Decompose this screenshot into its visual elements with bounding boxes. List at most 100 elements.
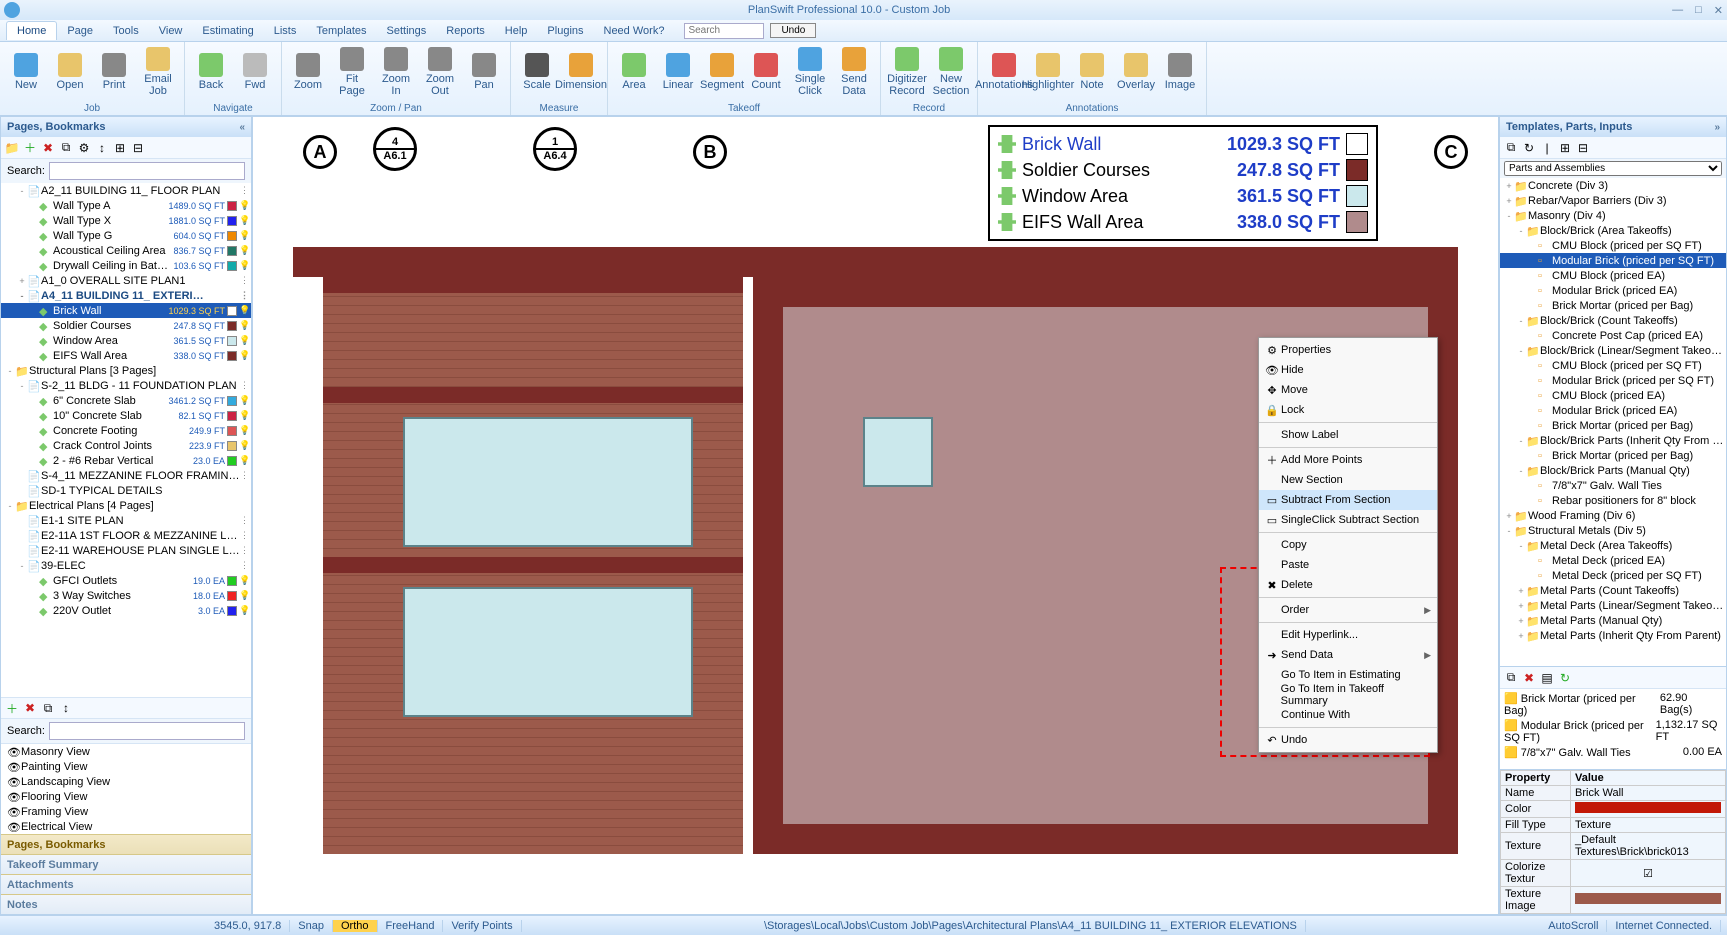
views-tree[interactable]: 👁Masonry View👁Painting View👁Landscaping …	[1, 743, 251, 834]
tree-row[interactable]: ▫Modular Brick (priced EA)	[1500, 403, 1726, 418]
tree-row[interactable]: -📄A2_11 BUILDING 11_ FLOOR PLAN⋮	[1, 183, 251, 198]
tree-row[interactable]: -📁Block/Brick Parts (Inherit Qty From Pa…	[1500, 433, 1726, 448]
new-folder-icon[interactable]: 📁	[5, 141, 19, 155]
tree-row[interactable]: -📁Masonry (Div 4)	[1500, 208, 1726, 223]
pages-search-input[interactable]	[49, 162, 245, 180]
view-row[interactable]: 👁Masonry View	[1, 744, 251, 759]
ribbon-pan[interactable]: Pan	[462, 44, 506, 100]
tree-row[interactable]: -📄39-ELEC⋮	[1, 558, 251, 573]
props-icon[interactable]: ⚙	[77, 141, 91, 155]
collapse-templates-icon[interactable]: ⊟	[1576, 141, 1590, 155]
tree-row[interactable]: ▫Metal Deck (priced EA)	[1500, 553, 1726, 568]
ribbon-zoom-out[interactable]: ZoomOut	[418, 44, 462, 100]
accordion-attachments[interactable]: Attachments	[1, 874, 251, 894]
ribbon-back[interactable]: Back	[189, 44, 233, 100]
add-icon[interactable]: ＋	[23, 141, 37, 155]
ribbon-overlay[interactable]: Overlay	[1114, 44, 1158, 100]
view-row[interactable]: 👁Flooring View	[1, 789, 251, 804]
tree-row[interactable]: ▫Modular Brick (priced EA)	[1500, 283, 1726, 298]
tree-row[interactable]: ◆3 Way Switches18.0 EA💡	[1, 588, 251, 603]
tree-row[interactable]: ▫Brick Mortar (priced per Bag)	[1500, 448, 1726, 463]
views-search-input[interactable]	[49, 722, 245, 740]
tree-row[interactable]: -📁Structural Plans [3 Pages]	[1, 363, 251, 378]
tree-row[interactable]: -📄A4_11 BUILDING 11_ EXTERI…⋮	[1, 288, 251, 303]
tree-row[interactable]: -📁Block/Brick (Linear/Segment Takeoffs)	[1500, 343, 1726, 358]
part-list-row[interactable]: 🟨 Modular Brick (priced per SQ FT)1,132.…	[1502, 718, 1724, 745]
ribbon-highlighter[interactable]: Highlighter	[1026, 44, 1070, 100]
prop-row[interactable]: Color	[1501, 801, 1726, 818]
ribbon-email-job[interactable]: EmailJob	[136, 44, 180, 100]
menu-tab-plugins[interactable]: Plugins	[537, 22, 593, 40]
status-mode-verify points[interactable]: Verify Points	[443, 920, 521, 932]
context-undo[interactable]: ↶Undo	[1259, 730, 1437, 750]
menu-tab-view[interactable]: View	[149, 22, 193, 40]
tree-row[interactable]: ◆Crack Control Joints223.9 FT💡	[1, 438, 251, 453]
prop-row[interactable]: NameBrick Wall	[1501, 786, 1726, 801]
menu-tab-lists[interactable]: Lists	[264, 22, 307, 40]
accordion-takeoff-summary[interactable]: Takeoff Summary	[1, 854, 251, 874]
tree-row[interactable]: ▫Brick Mortar (priced per Bag)	[1500, 418, 1726, 433]
context-copy[interactable]: Copy	[1259, 535, 1437, 555]
context-move[interactable]: ✥Move	[1259, 380, 1437, 400]
tree-row[interactable]: ◆Window Area361.5 SQ FT💡	[1, 333, 251, 348]
tree-row[interactable]: ▫Metal Deck (priced per SQ FT)	[1500, 568, 1726, 583]
view-row[interactable]: 👁Electrical View	[1, 819, 251, 834]
context-paste[interactable]: Paste	[1259, 555, 1437, 575]
menu-tab-help[interactable]: Help	[495, 22, 538, 40]
delete-view-icon[interactable]: ✖	[23, 701, 37, 715]
tree-row[interactable]: ◆Wall Type X1881.0 SQ FT💡	[1, 213, 251, 228]
menu-search-input[interactable]	[684, 23, 764, 39]
part-props-icon[interactable]: ▤	[1540, 671, 1554, 685]
ribbon-area[interactable]: Area	[612, 44, 656, 100]
tree-row[interactable]: -📁Electrical Plans [4 Pages]	[1, 498, 251, 513]
tree-row[interactable]: ▫CMU Block (priced per SQ FT)	[1500, 238, 1726, 253]
status-mode-snap[interactable]: Snap	[290, 920, 333, 932]
ribbon-fit-page[interactable]: FitPage	[330, 44, 374, 100]
tree-row[interactable]: ▫CMU Block (priced per SQ FT)	[1500, 358, 1726, 373]
tree-row[interactable]: ▫Brick Mortar (priced per Bag)	[1500, 298, 1726, 313]
templates-tree[interactable]: +📁Concrete (Div 3)+📁Rebar/Vapor Barriers…	[1500, 178, 1726, 666]
context-continue-with[interactable]: Continue With	[1259, 705, 1437, 725]
tree-row[interactable]: +📁Metal Parts (Count Takeoffs)	[1500, 583, 1726, 598]
ribbon-print[interactable]: Print	[92, 44, 136, 100]
tree-row[interactable]: 📄SD-1 TYPICAL DETAILS	[1, 483, 251, 498]
context-new-section[interactable]: New Section	[1259, 470, 1437, 490]
tree-row[interactable]: ◆2 - #6 Rebar Vertical23.0 EA💡	[1, 453, 251, 468]
prop-row[interactable]: Fill TypeTexture	[1501, 818, 1726, 833]
ribbon-send-data[interactable]: SendData	[832, 44, 876, 100]
close-button[interactable]: ✕	[1714, 4, 1723, 17]
sort-view-icon[interactable]: ↕	[59, 701, 73, 715]
tree-row[interactable]: +📁Metal Parts (Linear/Segment Takeoffs)	[1500, 598, 1726, 613]
context-edit-hyperlink-[interactable]: Edit Hyperlink...	[1259, 625, 1437, 645]
tree-row[interactable]: ◆Soldier Courses247.8 SQ FT💡	[1, 318, 251, 333]
tree-row[interactable]: 📄E2-11 WAREHOUSE PLAN SINGLE LINE DIAGR.…	[1, 543, 251, 558]
context-properties[interactable]: ⚙Properties	[1259, 340, 1437, 360]
refresh-icon[interactable]: ↕	[95, 141, 109, 155]
ribbon-scale[interactable]: Scale	[515, 44, 559, 100]
tree-row[interactable]: 📄S-4_11 MEZZANINE FLOOR FRAMING - BLDG 1…	[1, 468, 251, 483]
menu-tab-home[interactable]: Home	[6, 21, 57, 40]
tree-row[interactable]: ◆6" Concrete Slab3461.2 SQ FT💡	[1, 393, 251, 408]
view-row[interactable]: 👁Framing View	[1, 804, 251, 819]
part-delete-icon[interactable]: ✖	[1522, 671, 1536, 685]
tree-row[interactable]: ◆220V Outlet3.0 EA💡	[1, 603, 251, 618]
tree-row[interactable]: ◆Wall Type G604.0 SQ FT💡	[1, 228, 251, 243]
view-row[interactable]: 👁Landscaping View	[1, 774, 251, 789]
tree-row[interactable]: ▫Concrete Post Cap (priced EA)	[1500, 328, 1726, 343]
ribbon-linear[interactable]: Linear	[656, 44, 700, 100]
tree-row[interactable]: ▫Modular Brick (priced per SQ FT)	[1500, 373, 1726, 388]
tree-row[interactable]: +📁Rebar/Vapor Barriers (Div 3)	[1500, 193, 1726, 208]
ribbon-zoom[interactable]: Zoom	[286, 44, 330, 100]
ribbon-dimension[interactable]: Dimension	[559, 44, 603, 100]
context-subtract-from-section[interactable]: ▭Subtract From Section	[1259, 490, 1437, 510]
ribbon-segment[interactable]: Segment	[700, 44, 744, 100]
context-order[interactable]: Order▶	[1259, 600, 1437, 620]
context-add-more-points[interactable]: ＋Add More Points	[1259, 450, 1437, 470]
tree-row[interactable]: -📁Structural Metals (Div 5)	[1500, 523, 1726, 538]
context-show-label[interactable]: Show Label	[1259, 425, 1437, 445]
tree-row[interactable]: ◆GFCI Outlets19.0 EA💡	[1, 573, 251, 588]
menu-tab-estimating[interactable]: Estimating	[192, 22, 263, 40]
part-list-row[interactable]: 🟨 7/8"x7" Galv. Wall Ties0.00 EA	[1502, 745, 1724, 760]
copy-icon[interactable]: ⧉	[59, 141, 73, 155]
new-template-icon[interactable]: ⧉	[1504, 141, 1518, 155]
